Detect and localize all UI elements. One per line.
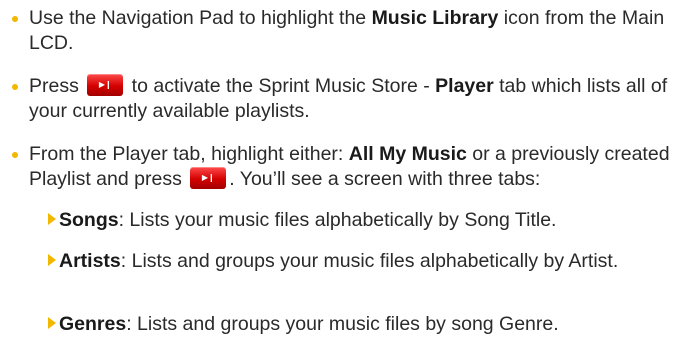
tab-name: Artists <box>59 250 121 272</box>
sub-item-songs: Songs: Lists your music files alphabetic… <box>48 208 673 233</box>
list-item: From the Player tab, highlight either: A… <box>12 142 672 192</box>
bold-term: Player <box>435 75 494 97</box>
bullet-text: Press to activate the Sprint Music Store… <box>29 74 672 124</box>
tab-name: Songs <box>59 209 119 231</box>
play-pause-key-icon <box>190 167 227 189</box>
arrow-bullet-icon <box>48 213 56 225</box>
sub-item-genres: Genres: Lists and groups your music file… <box>48 312 673 337</box>
instruction-list: Use the Navigation Pad to highlight the … <box>0 0 682 341</box>
bullet-text: Use the Navigation Pad to highlight the … <box>29 7 665 54</box>
bullet-text: From the Player tab, highlight either: A… <box>29 142 672 192</box>
bullet-dot <box>12 84 18 90</box>
bullet-dot <box>12 152 18 158</box>
list-item: Use the Navigation Pad to highlight the … <box>12 6 672 56</box>
tab-name: Genres <box>59 313 127 335</box>
list-item: Press to activate the Sprint Music Store… <box>12 74 672 124</box>
bold-term: All My Music <box>348 143 467 165</box>
arrow-bullet-icon <box>48 254 56 266</box>
arrow-bullet-icon <box>48 317 56 329</box>
play-pause-key-icon <box>87 74 124 96</box>
sub-item-artists: Artists: Lists and groups your music fil… <box>48 249 673 274</box>
bullet-dot <box>12 16 18 22</box>
bold-term: Music Library <box>371 7 499 29</box>
